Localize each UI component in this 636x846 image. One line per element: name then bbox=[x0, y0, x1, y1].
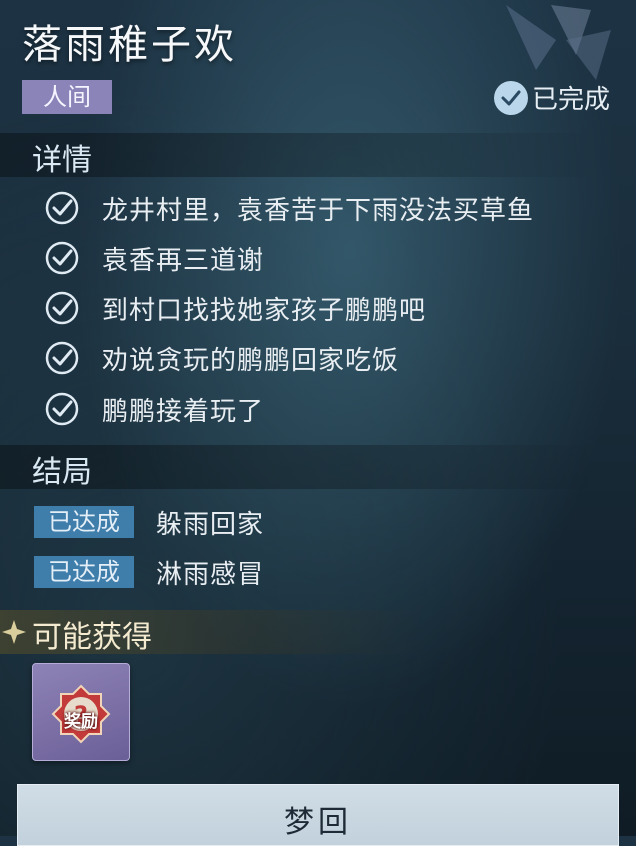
task-item: 袁香再三道谢 bbox=[44, 238, 264, 278]
reward-item-label: 奖励 bbox=[64, 712, 98, 732]
ending-text: 淋雨感冒 bbox=[156, 559, 265, 590]
dream-return-button[interactable]: 梦回 bbox=[17, 784, 619, 846]
task-text: 袁香再三道谢 bbox=[102, 245, 265, 276]
check-circle-icon bbox=[45, 341, 79, 375]
decorative-emblem-icon bbox=[506, 5, 611, 80]
reward-item[interactable]: ? 奖励 bbox=[32, 663, 130, 761]
task-item: 到村口找找她家孩子鹏鹏吧 bbox=[44, 288, 426, 328]
quest-title: 落雨稚子欢 bbox=[22, 22, 237, 68]
ending-section-header: 结局 bbox=[0, 445, 600, 490]
task-text: 劝说贪玩的鹏鹏回家吃饭 bbox=[102, 345, 400, 376]
task-item: 鹏鹏接着玩了 bbox=[44, 389, 264, 429]
dream-return-label: 梦回 bbox=[284, 805, 352, 840]
quest-category-tag: 人间 bbox=[22, 80, 112, 114]
task-text: 到村口找找她家孩子鹏鹏吧 bbox=[102, 295, 427, 326]
check-circle-icon bbox=[493, 80, 528, 115]
ending-item: 已达成 躲雨回家 bbox=[34, 506, 265, 540]
sparkle-icon bbox=[2, 620, 26, 644]
task-item: 龙井村里，袁香苦于下雨没法买草鱼 bbox=[44, 188, 534, 228]
ending-header-label: 结局 bbox=[32, 455, 92, 490]
quest-status-label: 已完成 bbox=[531, 85, 610, 115]
quest-status: 已完成 bbox=[493, 79, 610, 116]
rewards-section-header: 可能获得 bbox=[0, 610, 420, 655]
check-circle-icon bbox=[45, 291, 79, 325]
task-text: 龙井村里，袁香苦于下雨没法买草鱼 bbox=[102, 195, 535, 226]
details-section-header: 详情 bbox=[0, 133, 600, 178]
rewards-header-label: 可能获得 bbox=[32, 620, 152, 655]
check-circle-icon bbox=[45, 392, 79, 426]
task-text: 鹏鹏接着玩了 bbox=[102, 396, 265, 427]
ending-item: 已达成 淋雨感冒 bbox=[34, 556, 265, 590]
check-circle-icon bbox=[45, 241, 79, 275]
ending-text: 躲雨回家 bbox=[156, 509, 265, 540]
task-item: 劝说贪玩的鹏鹏回家吃饭 bbox=[44, 338, 399, 378]
check-circle-icon bbox=[45, 191, 79, 225]
details-header-label: 详情 bbox=[32, 143, 92, 178]
achieved-badge: 已达成 bbox=[34, 506, 134, 538]
achieved-badge: 已达成 bbox=[34, 556, 134, 588]
